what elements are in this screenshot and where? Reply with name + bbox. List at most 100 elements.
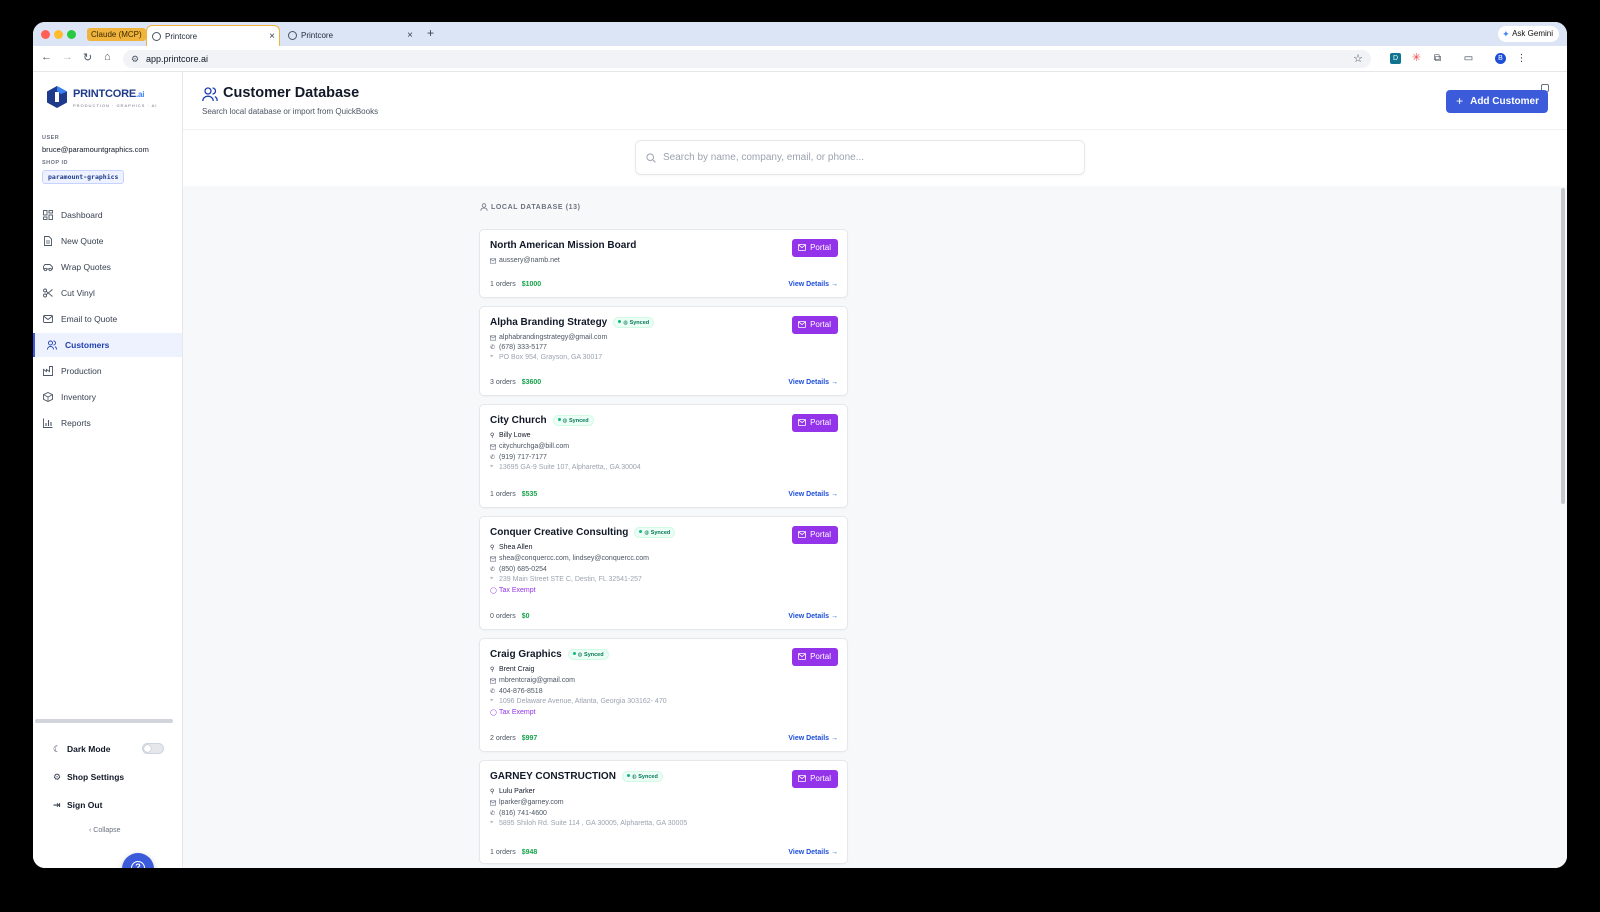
tab-title: Printcore: [301, 31, 334, 40]
dark-mode-toggle[interactable]: [142, 743, 164, 754]
extension-d-icon[interactable]: D: [1390, 53, 1401, 64]
close-window-button[interactable]: [41, 30, 50, 39]
close-tab-icon[interactable]: ×: [269, 26, 275, 47]
sidebar-item-dashboard[interactable]: Dashboard: [33, 203, 182, 227]
forward-arrow-icon[interactable]: →: [62, 51, 73, 63]
collapse-sidebar-button[interactable]: ‹ Collapse: [89, 827, 121, 834]
portal-button[interactable]: Portal: [792, 648, 838, 666]
users-icon: [202, 87, 218, 102]
logo-text: PRINTCORE.ai: [73, 88, 145, 100]
close-tab-icon[interactable]: ×: [407, 25, 413, 46]
customer-address: ⌖ 1096 Delaware Avenue, Atlanta, Georgia…: [490, 698, 667, 705]
globe-icon: [152, 32, 161, 41]
customer-email: alphabrandingstrategy@gmail.com: [490, 334, 607, 341]
profile-avatar[interactable]: B: [1495, 53, 1506, 64]
view-details-link[interactable]: View Details →: [788, 849, 838, 856]
view-details-link[interactable]: View Details →: [788, 379, 838, 386]
sidebar-item-new-quote[interactable]: New Quote: [33, 229, 182, 253]
customer-card[interactable]: Craig Graphics ◍ Synced Portal ⚲ Brent Cr…: [479, 638, 848, 752]
mail-icon: [798, 244, 807, 251]
user-label: USER: [42, 135, 60, 141]
sign-out-button[interactable]: ⇥ Sign Out: [53, 800, 102, 810]
url-text[interactable]: app.printcore.ai: [146, 50, 208, 68]
customer-card[interactable]: North American Mission Board Portal auss…: [479, 229, 848, 298]
minimize-window-button[interactable]: [54, 30, 63, 39]
logo-hexagon-icon: [47, 86, 67, 108]
map-pin-icon: ⌖: [490, 698, 494, 704]
portal-button[interactable]: Portal: [792, 526, 838, 544]
ask-gemini-button[interactable]: ✦ Ask Gemini: [1498, 26, 1559, 42]
search-input[interactable]: [663, 141, 1073, 174]
sidebar-item-reports[interactable]: Reports: [33, 411, 182, 435]
shop-settings-label: Shop Settings: [67, 772, 125, 782]
portal-button[interactable]: Portal: [792, 239, 838, 257]
synced-badge: ◍ Synced: [552, 415, 594, 426]
extensions-puzzle-icon[interactable]: ⧉: [1432, 53, 1443, 64]
order-total: $3600: [521, 379, 542, 386]
sidebar-item-production[interactable]: Production: [33, 359, 182, 383]
user-icon: ⚲: [490, 545, 495, 551]
main-vertical-scrollbar[interactable]: [1561, 188, 1565, 504]
view-details-link[interactable]: View Details →: [788, 613, 838, 620]
search-box[interactable]: [635, 140, 1085, 175]
tab-title: Printcore: [165, 32, 198, 41]
ask-gemini-label: Ask Gemini: [1512, 29, 1553, 38]
sidebar-item-inventory[interactable]: Inventory: [33, 385, 182, 409]
customer-phone: ✆ 404-876-8518: [490, 688, 543, 695]
help-button[interactable]: ?: [122, 853, 154, 868]
customer-card[interactable]: Conquer Creative Consulting ◍ Synced Port…: [479, 516, 848, 630]
portal-label: Portal: [810, 243, 831, 252]
sidebar-item-wrap-quotes[interactable]: Wrap Quotes: [33, 255, 182, 279]
customer-email: aussery@namb.net: [490, 257, 560, 264]
browser-menu-icon[interactable]: ⋮: [1516, 53, 1527, 64]
customer-name: Alpha Branding Strategy ◍ Synced: [490, 317, 655, 328]
sidebar-item-cut-vinyl[interactable]: Cut Vinyl: [33, 281, 182, 305]
mail-icon: [490, 678, 496, 684]
customer-card[interactable]: Alpha Branding Strategy ◍ Synced Portal a…: [479, 306, 848, 396]
sidebar-item-customers[interactable]: Customers: [33, 333, 182, 357]
view-details-link[interactable]: View Details →: [788, 281, 838, 288]
shop-settings-button[interactable]: ⚙ Shop Settings: [53, 772, 124, 782]
page-title: Customer Database: [223, 85, 360, 101]
back-arrow-icon[interactable]: ←: [41, 51, 52, 63]
view-details-link[interactable]: View Details →: [788, 491, 838, 498]
mail-icon: [490, 444, 496, 450]
globe-icon: [288, 31, 297, 40]
customer-phone: ✆ (850) 685-0254: [490, 566, 547, 573]
customer-card[interactable]: City Church ◍ Synced Portal ⚲ Billy Lowe …: [479, 404, 848, 508]
home-icon[interactable]: ⌂: [104, 51, 111, 63]
address-bar[interactable]: ⚙ app.printcore.ai ☆: [123, 50, 1371, 68]
dark-mode-row[interactable]: ☾ Dark Mode: [53, 744, 110, 754]
order-summary: 0 orders $0: [490, 613, 530, 620]
mail-icon: [798, 321, 807, 328]
browser-tab-inactive[interactable]: Printcore ×: [283, 25, 417, 46]
new-tab-button[interactable]: +: [427, 26, 434, 40]
view-details-link[interactable]: View Details →: [788, 735, 838, 742]
synced-badge: ◍ Synced: [567, 649, 609, 660]
customer-name: City Church ◍ Synced: [490, 415, 594, 426]
site-info-icon[interactable]: ⚙: [131, 50, 139, 68]
add-customer-button[interactable]: + Add Customer: [1446, 90, 1548, 113]
sidebar-horizontal-scrollbar[interactable]: [35, 719, 173, 723]
shield-icon: ◯: [490, 588, 497, 594]
extension-asterisk-icon[interactable]: ✳: [1411, 53, 1422, 64]
printcore-logo[interactable]: PRINTCORE.ai PRODUCTION · GRAPHICS · AI: [47, 86, 167, 112]
sidebar-item-label: Dashboard: [61, 210, 103, 220]
bookmark-star-icon[interactable]: ☆: [1353, 50, 1363, 68]
browser-tab-active[interactable]: Printcore ×: [146, 25, 280, 46]
document-icon: [44, 236, 52, 246]
portal-button[interactable]: Portal: [792, 414, 838, 432]
portal-button[interactable]: Portal: [792, 316, 838, 334]
customer-card[interactable]: GARNEY CONSTRUCTION ◍ Synced Portal ⚲ Lul…: [479, 760, 848, 864]
cast-icon[interactable]: ▭: [1463, 53, 1474, 64]
maximize-window-button[interactable]: [67, 30, 76, 39]
tab-group-chip[interactable]: Claude (MCP): [87, 28, 146, 41]
reload-icon[interactable]: ↻: [83, 51, 92, 64]
order-summary: 1 orders $1000: [490, 281, 542, 288]
portal-button[interactable]: Portal: [792, 770, 838, 788]
sidebar-item-label: Email to Quote: [61, 314, 118, 324]
mail-icon: [798, 775, 807, 782]
sidebar-item-email-to-quote[interactable]: Email to Quote: [33, 307, 182, 331]
users-icon: [47, 340, 57, 350]
mail-icon: [490, 556, 496, 562]
